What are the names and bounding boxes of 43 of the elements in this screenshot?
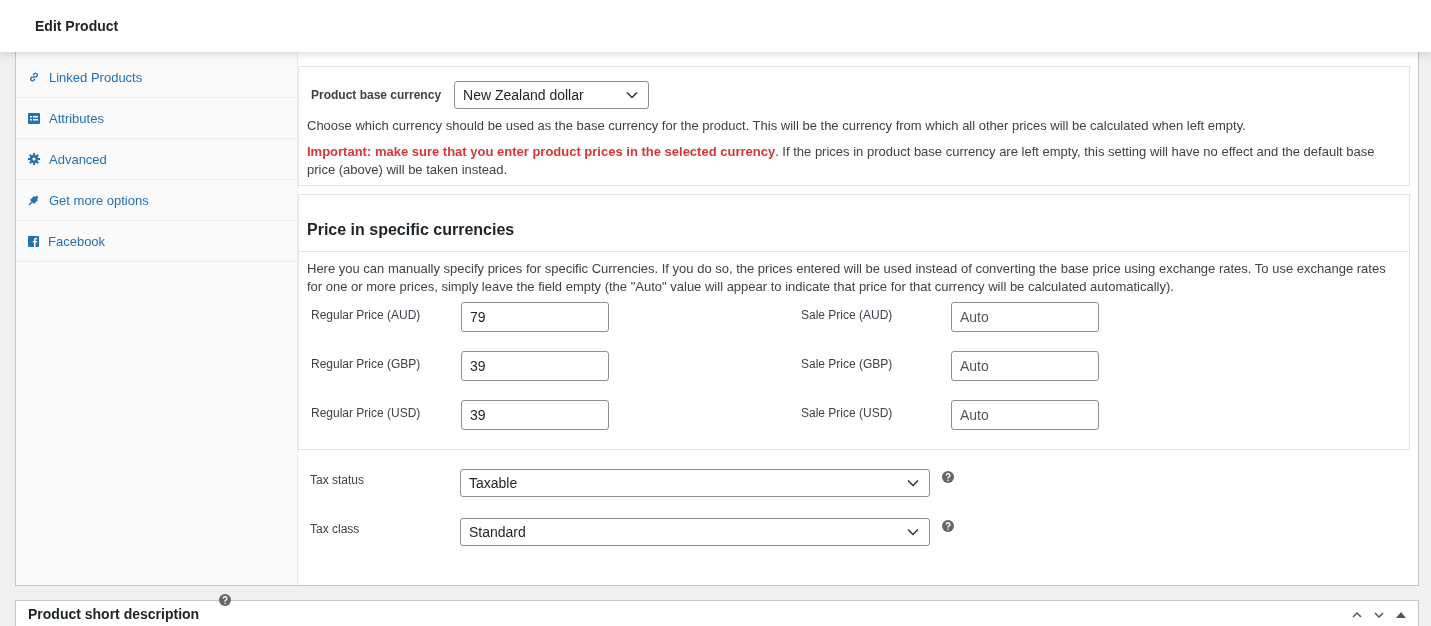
price-input[interactable]: Auto	[951, 302, 1099, 332]
caret-up-icon[interactable]	[1352, 612, 1362, 618]
price-input[interactable]: 39	[461, 400, 609, 430]
price-input[interactable]: 79	[461, 302, 609, 332]
field-label: Product base currency	[311, 88, 442, 102]
field-label: Sale Price (USD)	[801, 405, 894, 420]
panel-title: Product short description	[28, 606, 200, 622]
currency-select[interactable]: New Zealand dollar	[454, 81, 650, 109]
price-input[interactable]: Auto	[951, 351, 1099, 381]
price-input[interactable]: 39	[461, 351, 609, 381]
field-label: Tax status	[310, 472, 366, 487]
sidebar-tab[interactable]: Linked Products	[16, 57, 297, 98]
help-icon[interactable]	[942, 470, 954, 483]
tax-select[interactable]: Taxable	[460, 468, 930, 497]
gear-icon	[28, 153, 40, 165]
field-label: Regular Price (GBP)	[311, 356, 422, 371]
list-icon	[28, 112, 40, 124]
sidebar-tab[interactable]: Advanced	[16, 139, 297, 180]
facebook-icon	[28, 235, 39, 247]
chevron-down-icon	[907, 478, 919, 487]
field-label: Tax class	[310, 521, 361, 536]
page-title: Edit Product	[35, 18, 119, 34]
link-icon	[28, 71, 40, 83]
description-text: Here you can manually specify prices for specific Currencies. If you do so, the prices entered will be used instead of converting the base price using exchange rates. To use exchange rates for one or more prices, simply leave the field empty (the "Auto" value will appear to indicate that price for that currency will be calculated automatically).	[306, 260, 1387, 296]
warning-text: Important: make sure that you enter product prices in the selected currency. If the prices in product base currency are left empty, this setting will have no effect and the default base price (above) will be taken instead.	[307, 143, 1376, 179]
chevron-down-icon	[626, 91, 639, 99]
triangle-up-icon[interactable]	[1396, 612, 1406, 618]
help-icon[interactable]	[219, 594, 232, 606]
sidebar-tab[interactable]: Attributes	[16, 98, 297, 139]
field-label: Regular Price (AUD)	[311, 307, 422, 322]
price-input[interactable]: Auto	[951, 400, 1099, 430]
sidebar-tab[interactable]: Get more options	[16, 180, 297, 221]
description-text: Choose which currency should be used as the base currency for the product. This will be the currency from which all other prices will be calculated when left empty.	[307, 117, 1247, 135]
field-label: Regular Price (USD)	[311, 405, 422, 420]
field-label: Sale Price (GBP)	[801, 356, 894, 371]
tax-select[interactable]: Standard	[460, 517, 930, 546]
section-title: Price in specific currencies	[299, 195, 1409, 252]
field-label: Sale Price (AUD)	[801, 307, 894, 322]
caret-down-icon[interactable]	[1374, 612, 1384, 618]
plug-icon	[28, 194, 40, 206]
help-icon[interactable]	[942, 519, 954, 532]
chevron-down-icon	[907, 527, 919, 536]
sidebar-tab[interactable]: Facebook	[16, 221, 297, 262]
